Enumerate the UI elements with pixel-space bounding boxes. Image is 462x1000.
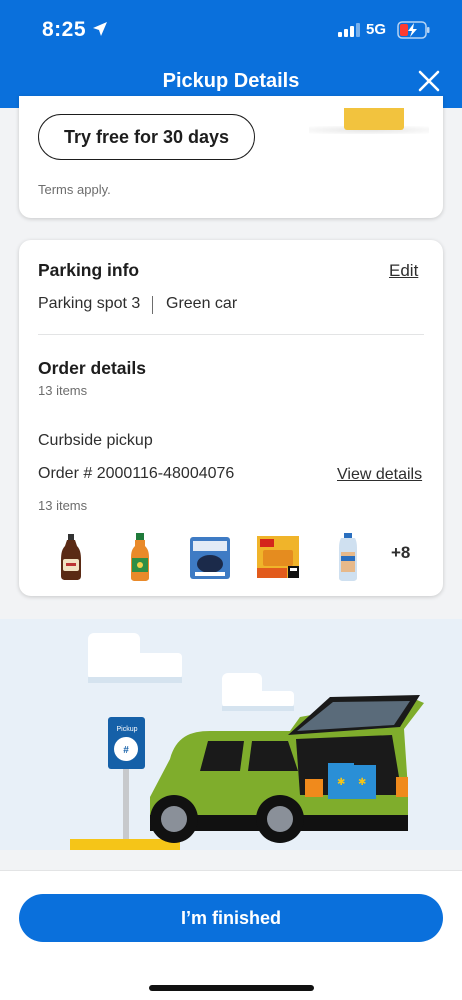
svg-text:✱: ✱ bbox=[337, 777, 345, 788]
terms-text: Terms apply. bbox=[38, 182, 111, 197]
product-thumb-bag[interactable] bbox=[187, 532, 233, 582]
sign-symbol: # bbox=[123, 745, 129, 756]
membership-promo-card: Try free for 30 days Terms apply. bbox=[19, 96, 443, 218]
svg-text:✱: ✱ bbox=[358, 777, 366, 788]
order-item-count-secondary: 13 items bbox=[38, 498, 88, 513]
network-type: 5G bbox=[366, 21, 387, 38]
pickup-details-card: Parking info Edit Parking spot 3 Green c… bbox=[19, 240, 443, 596]
status-time: 8:25 bbox=[42, 18, 87, 41]
order-number: Order # 2000116-48004076 bbox=[38, 465, 235, 482]
order-item-count: 13 items bbox=[38, 383, 88, 398]
product-thumb-bread[interactable] bbox=[325, 532, 371, 582]
battery-charging-icon bbox=[397, 21, 431, 44]
close-icon[interactable] bbox=[416, 68, 442, 94]
edit-parking-link[interactable]: Edit bbox=[389, 261, 418, 281]
promo-image bbox=[344, 108, 404, 130]
order-details-heading: Order details bbox=[38, 358, 146, 378]
section-divider bbox=[38, 334, 424, 335]
pickup-method: Curbside pickup bbox=[38, 432, 153, 449]
product-thumb-syrup[interactable] bbox=[48, 532, 94, 582]
free-trial-button[interactable]: Try free for 30 days bbox=[38, 114, 255, 160]
parking-separator bbox=[152, 296, 153, 314]
curbside-illustration: # Pickup ✱ ✱ bbox=[0, 619, 462, 850]
page-title: Pickup Details bbox=[162, 70, 300, 92]
sign-label: Pickup bbox=[116, 726, 137, 733]
parking-info-heading: Parking info bbox=[38, 260, 140, 280]
footer-bar: I’m finished bbox=[0, 870, 462, 1000]
location-arrow-icon bbox=[92, 21, 108, 42]
finished-button[interactable]: I’m finished bbox=[19, 894, 443, 942]
more-items-count[interactable]: +8 bbox=[391, 543, 410, 563]
cellular-signal-icon bbox=[338, 23, 362, 42]
home-indicator bbox=[149, 985, 314, 991]
product-thumb-dressing[interactable] bbox=[117, 532, 163, 582]
car-description: Green car bbox=[166, 295, 238, 312]
view-details-link[interactable]: View details bbox=[337, 466, 422, 484]
product-thumb-waffles[interactable] bbox=[255, 532, 301, 582]
parking-spot: Parking spot 3 bbox=[38, 295, 141, 312]
app-header: 8:25 5G Pickup Details bbox=[0, 0, 462, 108]
